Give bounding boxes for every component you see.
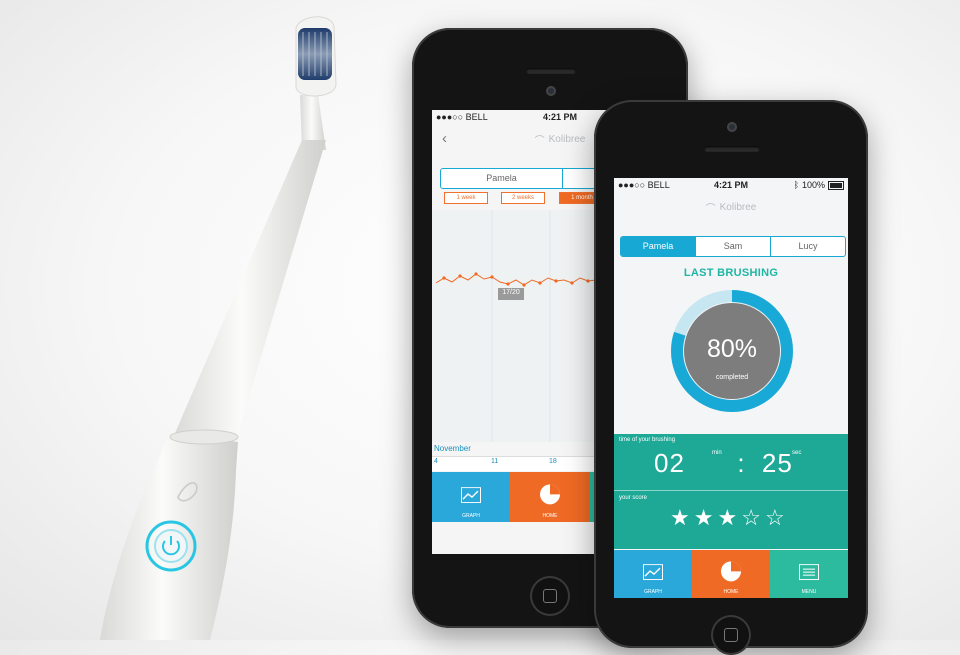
front-tab-bar: GRAPH HOME MENU [614,550,848,598]
menu-icon [799,564,819,581]
graph-icon [643,564,663,581]
month-label: November [434,444,471,453]
graph-icon [461,487,481,504]
graph-callout: 17/20 [502,289,520,296]
tab-graph[interactable]: GRAPH [614,550,692,598]
star-filled-icon: ★ [693,505,714,530]
completion-percent: 80% [706,335,758,363]
pie-chart-icon [721,561,741,582]
tab-home[interactable]: HOME [692,550,770,598]
score-panel: your score ★ ★ ★ ☆ ☆ [614,490,848,549]
score-label: your score [619,495,648,501]
app-title: Kolibree [548,133,586,145]
bluetooth-icon: ᛒ [793,180,799,190]
seconds-unit: sec [792,450,802,456]
pie-chart-icon [540,484,560,505]
leaf-logo-icon: ⌒ [705,203,716,215]
star-filled-icon: ★ [717,505,738,530]
tab-menu[interactable]: MENU [770,550,848,598]
home-button[interactable] [530,576,570,616]
tab-home[interactable]: HOME [510,472,590,522]
leaf-logo-icon: ⌒ [534,135,545,147]
day-label: 18 [549,458,557,465]
battery-percent: 100% [801,180,825,190]
tab-graph-label: GRAPH [462,513,480,519]
star-rating: ★ ★ ★ ☆ ☆ [670,507,785,529]
star-empty-icon: ☆ [741,505,761,530]
tab-menu-label: MENU [801,589,817,595]
section-title: LAST BRUSHING [683,267,779,279]
front-phone-screen: ●●●○○ BELL 4:21 PM ᛒ 100% ⌒ Kolibree Pam… [614,178,848,598]
star-empty-icon: ☆ [764,505,785,530]
user-tab-pamela[interactable]: Pamela [441,169,563,188]
time-label: time of your brushing [619,437,676,443]
tab-home-label: HOME [723,589,739,595]
minutes-value: 02 [654,448,685,478]
battery-icon [828,180,844,190]
front-phone: ●●●○○ BELL 4:21 PM ᛒ 100% ⌒ Kolibree Pam… [594,100,868,655]
app-title: Kolibree [719,201,757,213]
range-2-weeks[interactable]: 2 weeks [501,192,545,204]
minutes-unit: min [712,450,722,456]
completion-label: completed [715,374,749,381]
earpiece-speaker [526,68,576,74]
day-label: 11 [491,458,499,465]
user-tab-lucy[interactable]: Lucy [771,237,845,256]
app-header: ⌒ Kolibree [614,192,848,222]
time-value: 02 : 25 [654,448,793,479]
front-camera [727,122,737,132]
home-button[interactable] [711,615,751,655]
brushing-time-panel: time of your brushing 02 : 25 min sec [614,434,848,490]
front-camera [546,86,556,96]
seconds-value: 25 [761,448,793,478]
user-tab-pamela[interactable]: Pamela [621,237,696,256]
tab-home-label: HOME [542,513,558,519]
time-separator: : [737,448,746,478]
user-tab-sam[interactable]: Sam [696,237,771,256]
toothbrush-image [100,16,337,640]
range-1-week[interactable]: 1 week [444,192,488,204]
user-selector: Pamela Sam Lucy [620,236,846,257]
star-filled-icon: ★ [670,505,690,530]
tab-graph[interactable]: GRAPH [432,472,510,522]
battery-indicator: ᛒ 100% [794,180,844,190]
day-label: 4 [434,458,438,465]
back-chevron-icon[interactable]: ‹ [442,130,447,147]
status-bar: ●●●○○ BELL 4:21 PM ᛒ 100% [614,178,848,192]
tab-graph-label: GRAPH [644,589,662,595]
earpiece-speaker [704,146,760,152]
